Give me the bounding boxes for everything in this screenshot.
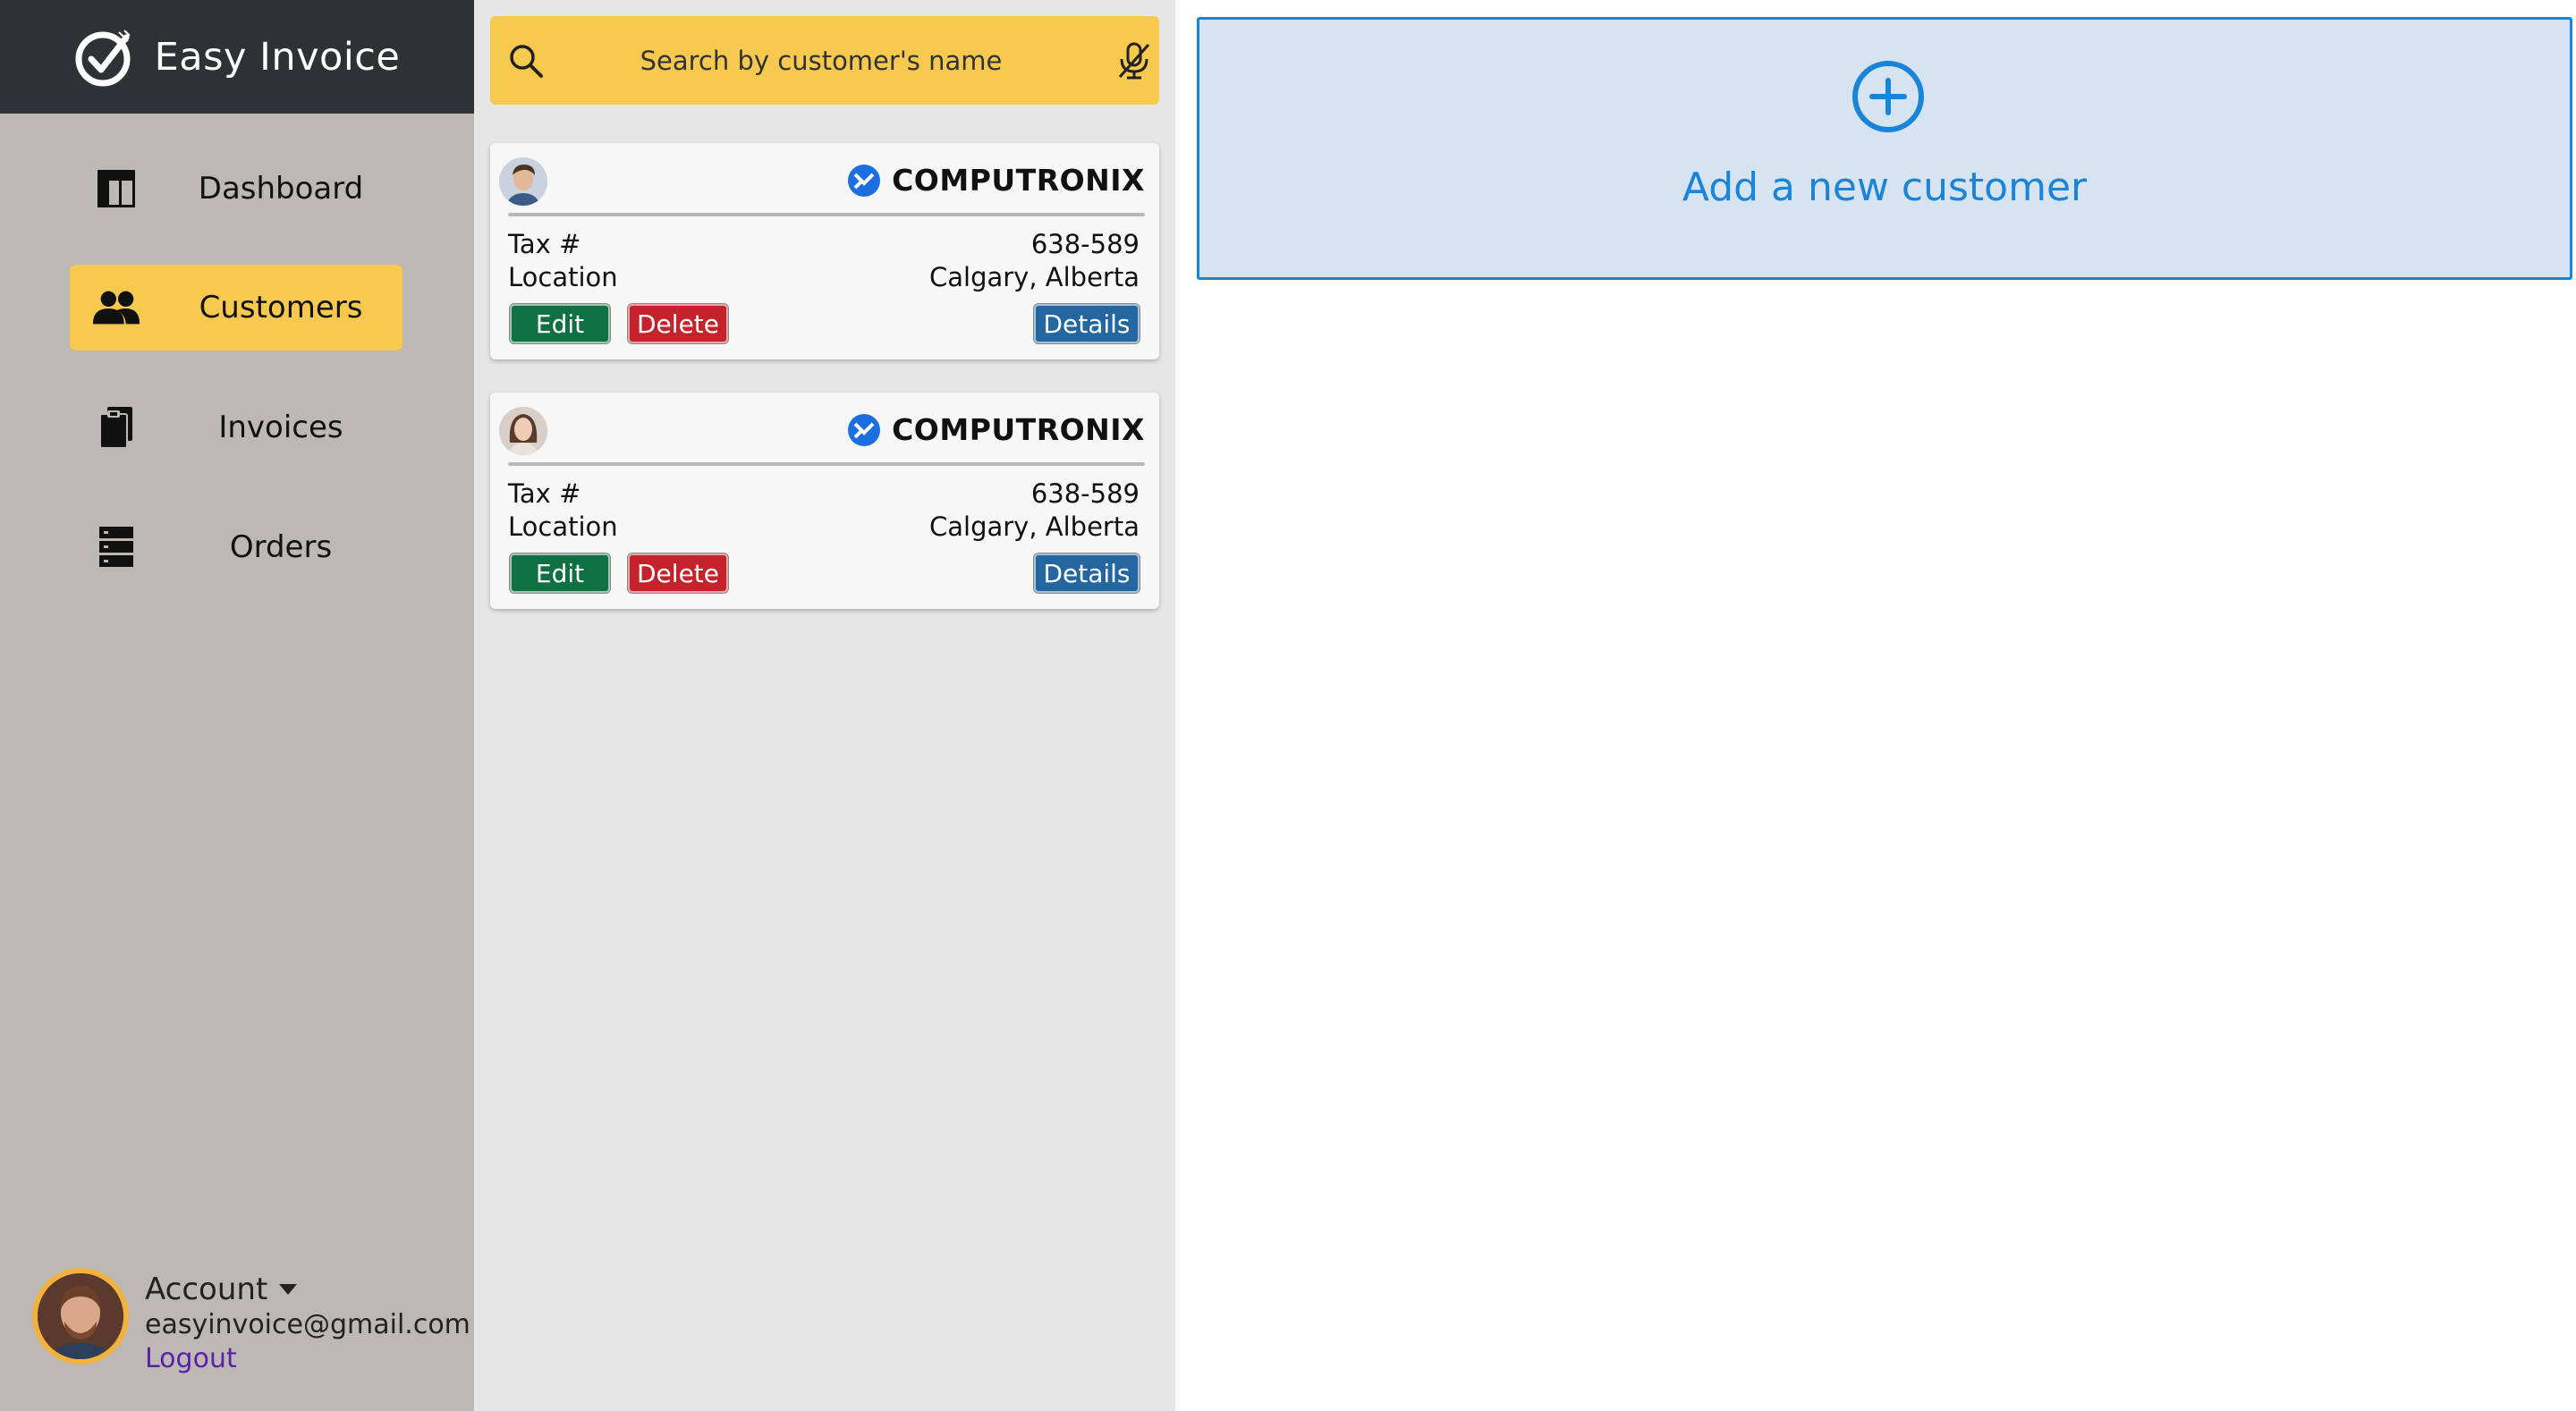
customer-avatar bbox=[499, 157, 547, 206]
company-name: COMPUTRONIX bbox=[892, 412, 1145, 447]
computronix-logo-icon bbox=[848, 413, 881, 446]
sidebar-item-label: Customers bbox=[199, 290, 363, 325]
brand-header: Easy Invoice bbox=[0, 0, 474, 114]
details-button[interactable]: Details bbox=[1033, 303, 1140, 344]
sidebar-item-label: Dashboard bbox=[198, 171, 364, 207]
card-divider bbox=[508, 462, 1145, 466]
sidebar-item-invoices[interactable]: Invoices bbox=[70, 384, 402, 470]
location-value: Calgary, Alberta bbox=[929, 262, 1140, 292]
search-bar bbox=[490, 16, 1159, 105]
computronix-logo-icon bbox=[848, 164, 881, 197]
plus-circle-icon bbox=[1852, 61, 1924, 132]
company-brand: COMPUTRONIX bbox=[847, 412, 1145, 447]
add-customer-button[interactable]: Add a new customer bbox=[1197, 17, 2572, 280]
location-label: Location bbox=[508, 511, 618, 542]
delete-button[interactable]: Delete bbox=[627, 553, 729, 594]
sidebar-item-orders[interactable]: Orders bbox=[70, 504, 402, 590]
edit-button[interactable]: Edit bbox=[509, 303, 611, 344]
microphone-off-icon[interactable] bbox=[1116, 41, 1152, 80]
search-icon[interactable] bbox=[508, 43, 544, 79]
account-title: Account bbox=[145, 1272, 268, 1307]
sidebar: Easy Invoice Dashboard Customers Invoice… bbox=[0, 0, 474, 1411]
account-email: easyinvoice@gmail.com bbox=[145, 1309, 470, 1340]
company-name: COMPUTRONIX bbox=[892, 163, 1145, 198]
clipboard-icon bbox=[91, 406, 141, 449]
sidebar-item-customers[interactable]: Customers bbox=[70, 265, 402, 351]
avatar[interactable] bbox=[32, 1268, 129, 1365]
account-dropdown[interactable]: Account bbox=[145, 1272, 298, 1307]
tax-label: Tax # bbox=[508, 229, 581, 259]
location-label: Location bbox=[508, 262, 618, 292]
details-button[interactable]: Details bbox=[1033, 553, 1140, 594]
server-list-icon bbox=[91, 526, 141, 569]
tax-label: Tax # bbox=[508, 478, 581, 509]
logout-link[interactable]: Logout bbox=[145, 1343, 237, 1374]
tax-row: Tax # 638-589 bbox=[508, 229, 1140, 259]
add-customer-label: Add a new customer bbox=[1682, 165, 2088, 210]
sidebar-item-label: Invoices bbox=[218, 410, 343, 445]
customer-avatar bbox=[499, 407, 547, 455]
sidebar-item-label: Orders bbox=[229, 529, 333, 565]
users-icon bbox=[91, 286, 141, 329]
brand-name: Easy Invoice bbox=[154, 34, 401, 80]
edit-button[interactable]: Edit bbox=[509, 553, 611, 594]
dashboard-icon bbox=[91, 167, 141, 210]
customer-card: COMPUTRONIX Tax # 638-589 Location Calga… bbox=[490, 143, 1159, 359]
customer-card: COMPUTRONIX Tax # 638-589 Location Calga… bbox=[490, 393, 1159, 609]
caret-down-icon bbox=[279, 1284, 298, 1295]
checkmark-circle-icon bbox=[75, 29, 131, 86]
tax-value: 638-589 bbox=[1030, 478, 1140, 509]
customer-list-panel: COMPUTRONIX Tax # 638-589 Location Calga… bbox=[474, 0, 1175, 1411]
tax-row: Tax # 638-589 bbox=[508, 478, 1140, 509]
sidebar-item-dashboard[interactable]: Dashboard bbox=[70, 146, 402, 232]
location-value: Calgary, Alberta bbox=[929, 511, 1140, 542]
location-row: Location Calgary, Alberta bbox=[508, 262, 1140, 292]
location-row: Location Calgary, Alberta bbox=[508, 511, 1140, 542]
delete-button[interactable]: Delete bbox=[627, 303, 729, 344]
company-brand: COMPUTRONIX bbox=[847, 163, 1145, 198]
tax-value: 638-589 bbox=[1030, 229, 1140, 259]
card-divider bbox=[508, 213, 1145, 216]
search-input[interactable] bbox=[562, 34, 1080, 88]
account-panel: Account easyinvoice@gmail.com Logout bbox=[32, 1268, 470, 1375]
